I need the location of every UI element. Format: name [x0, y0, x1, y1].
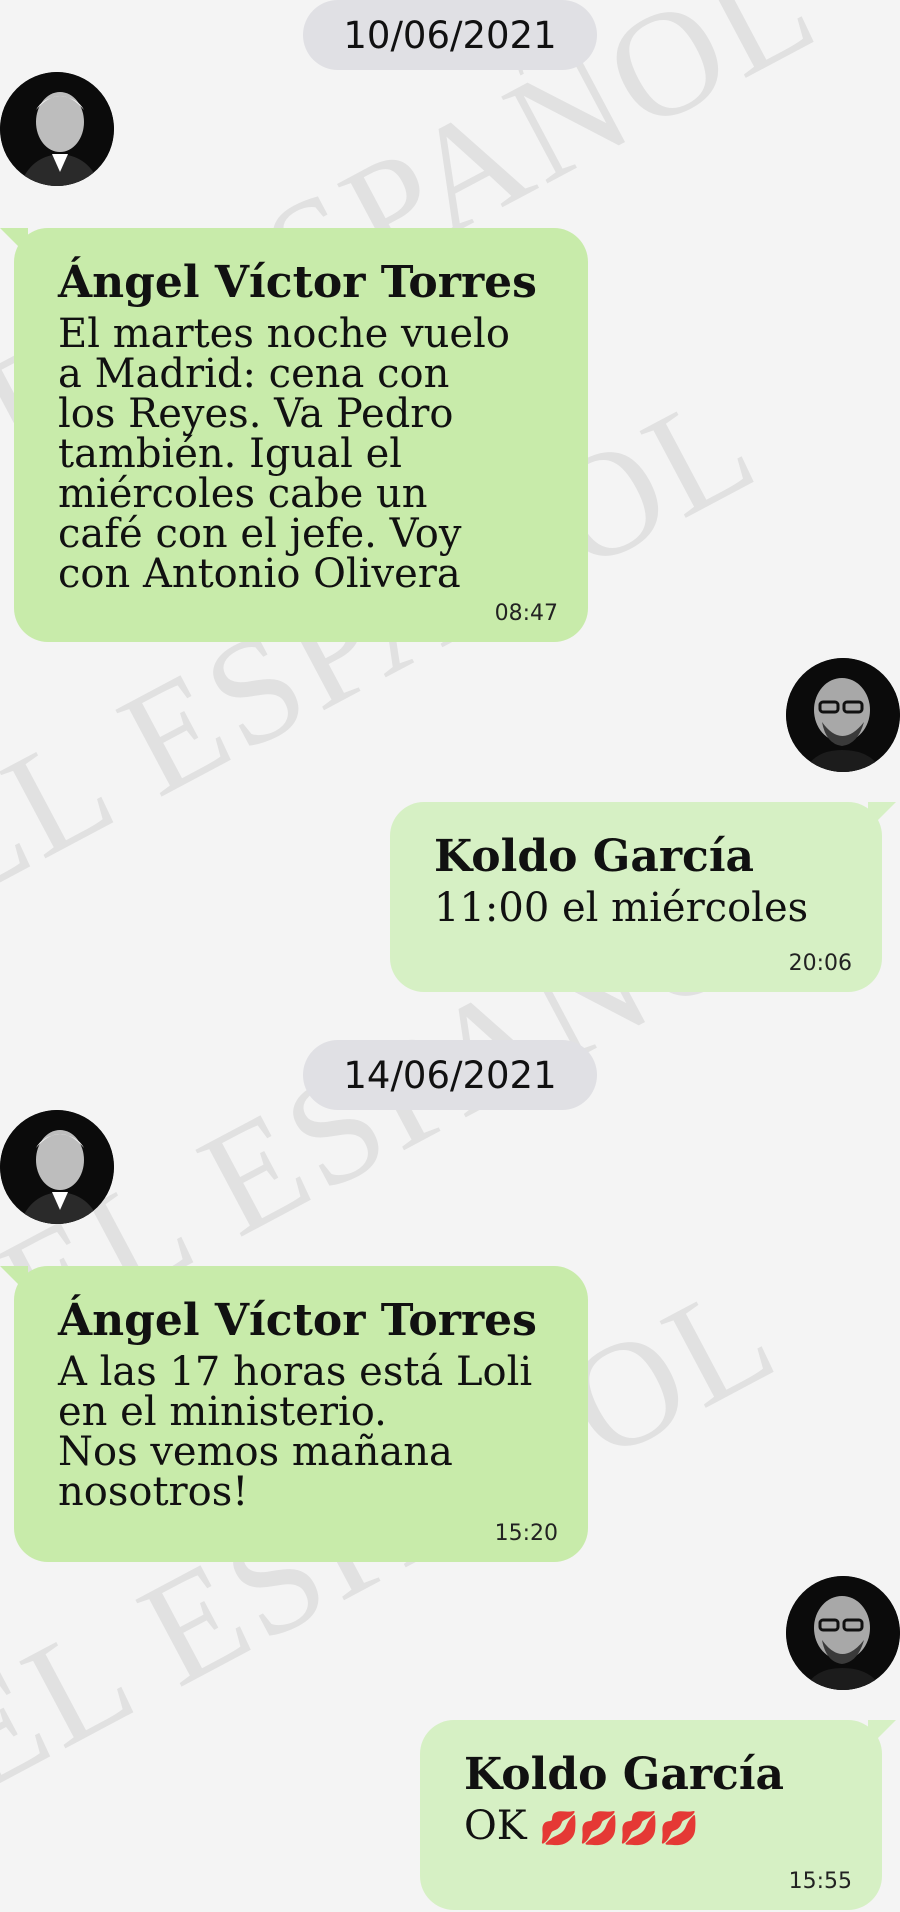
message-bubble-outgoing[interactable]: Koldo García 11:00 el miércoles 20:06 [390, 802, 896, 992]
bubble-tail [0, 228, 28, 256]
avatar-koldo-garcia[interactable] [786, 1576, 900, 1690]
message-text: A las 17 horas está Loli en el ministeri… [58, 1349, 533, 1515]
avatar-angel-victor-torres[interactable] [0, 1110, 114, 1224]
person-photo-icon [0, 72, 114, 186]
avatar-koldo-garcia[interactable] [786, 658, 900, 772]
sender-name: Koldo García [434, 831, 755, 882]
message-text: OK 💋💋💋💋 [464, 1806, 838, 1848]
message-text: El martes noche vuelo a Madrid: cena con… [58, 311, 510, 597]
message-bubble-outgoing[interactable]: Koldo García OK 💋💋💋💋 15:55 [420, 1720, 896, 1910]
bubble-tail [868, 802, 896, 830]
person-photo-icon [786, 1576, 900, 1690]
sender-name: Ángel Víctor Torres [58, 1295, 537, 1346]
sender-name: Ángel Víctor Torres [58, 257, 537, 308]
message-time: 20:06 [788, 951, 852, 976]
message-time: 08:47 [494, 601, 558, 626]
message-text: 11:00 el miércoles [434, 885, 809, 931]
message-bubble-incoming[interactable]: Ángel Víctor Torres El martes noche vuel… [0, 228, 588, 642]
avatar-angel-victor-torres[interactable] [0, 72, 114, 186]
message-bubble-incoming[interactable]: Ángel Víctor Torres A las 17 horas está … [0, 1266, 588, 1562]
message-time: 15:20 [494, 1521, 558, 1546]
bubble-tail [868, 1720, 896, 1748]
person-photo-icon [786, 658, 900, 772]
date-separator: 14/06/2021 [303, 1040, 597, 1110]
person-photo-icon [0, 1110, 114, 1224]
bubble-tail [0, 1266, 28, 1294]
message-time: 15:55 [788, 1869, 852, 1894]
date-separator: 10/06/2021 [303, 0, 597, 70]
kiss-emoji-icon: 💋💋💋💋 [539, 1809, 699, 1847]
message-text-ok: OK [464, 1803, 527, 1849]
sender-name: Koldo García [464, 1749, 785, 1800]
